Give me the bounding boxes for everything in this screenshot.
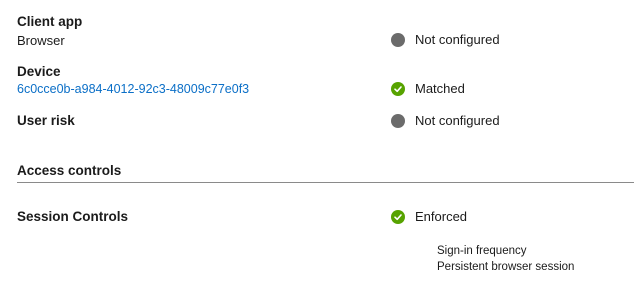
session-detail-sign-in-frequency: Sign-in frequency <box>437 245 527 257</box>
client-app-value: Browser <box>17 33 65 48</box>
session-controls-status-text: Enforced <box>415 209 468 224</box>
not-configured-icon <box>391 32 405 47</box>
device-status: Matched <box>391 81 465 96</box>
client-app-status: Not configured <box>391 32 500 47</box>
user-risk-status-text: Not configured <box>415 113 500 128</box>
not-configured-icon <box>391 113 405 128</box>
access-controls-heading: Access controls <box>17 163 122 178</box>
matched-check-icon <box>391 81 405 96</box>
user-risk-label: User risk <box>17 113 75 128</box>
client-app-status-text: Not configured <box>415 32 500 47</box>
session-controls-label: Session Controls <box>17 209 129 224</box>
client-app-label: Client app <box>17 14 83 29</box>
device-id-link[interactable]: 6c0cce0b-a984-4012-92c3-48009c77e0f3 <box>17 82 249 96</box>
section-divider <box>17 182 634 183</box>
enforced-check-icon <box>391 209 405 224</box>
session-controls-status: Enforced <box>391 209 467 224</box>
device-label: Device <box>17 64 61 79</box>
session-detail-persistent-browser-session: Persistent browser session <box>437 261 575 273</box>
sign-in-details-panel: Client app Browser Not configured Device… <box>0 0 634 287</box>
device-status-text: Matched <box>415 81 465 96</box>
user-risk-status: Not configured <box>391 113 500 128</box>
